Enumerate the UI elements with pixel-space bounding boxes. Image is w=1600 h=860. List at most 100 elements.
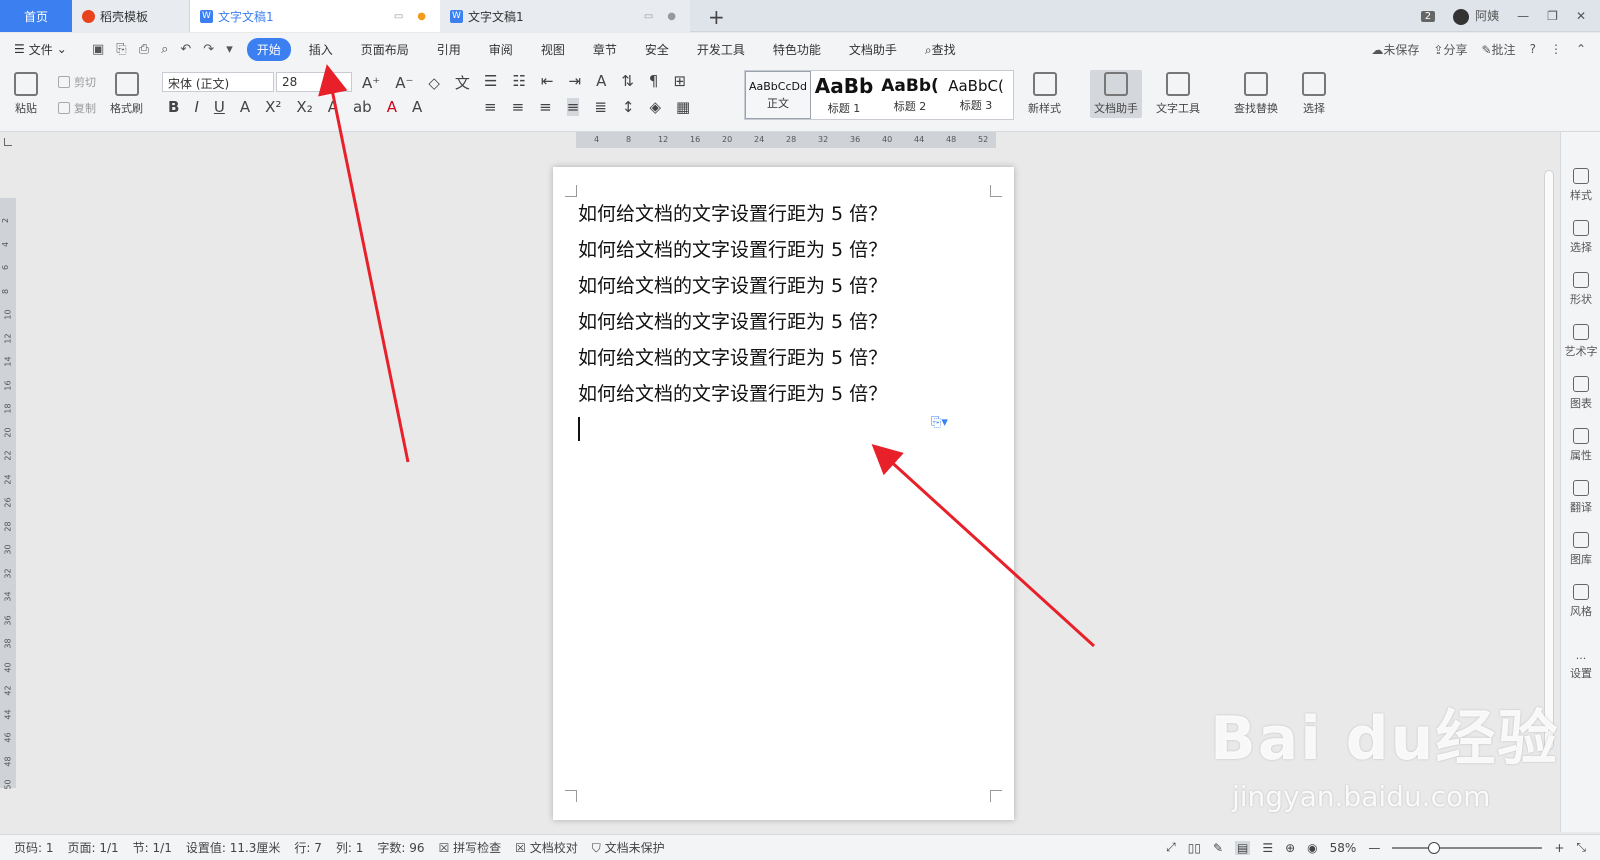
- spell-check-button[interactable]: ☒ 拼写检查: [439, 839, 502, 856]
- paragraph[interactable]: 如何给文档的文字设置行距为 5 倍？: [578, 379, 887, 415]
- align-left-icon[interactable]: ≡: [484, 98, 497, 116]
- char-shading-icon[interactable]: A: [412, 98, 422, 116]
- file-menu[interactable]: ☰ 文件 ⌄: [14, 41, 84, 58]
- style-heading-3[interactable]: AaBbC(标题 3: [943, 71, 1009, 119]
- chinese-layout-icon[interactable]: A: [596, 72, 606, 90]
- protect-button[interactable]: ⛉ 文档未保护: [592, 839, 665, 856]
- font-color-icon[interactable]: A: [387, 98, 397, 116]
- tab-home[interactable]: 首页: [0, 0, 72, 32]
- format-painter-button[interactable]: 格式刷: [110, 72, 143, 116]
- copy-button[interactable]: 复制: [58, 100, 96, 116]
- borders-icon[interactable]: ▦: [676, 98, 690, 116]
- tab-review[interactable]: 审阅: [479, 38, 523, 61]
- share-button[interactable]: ⇪分享: [1433, 41, 1467, 58]
- user-account[interactable]: 阿姨: [1453, 7, 1499, 25]
- numbered-list-icon[interactable]: ☷: [512, 72, 525, 90]
- status-row[interactable]: 行: 7: [294, 839, 322, 856]
- more-icon[interactable]: ⋮: [1550, 42, 1562, 56]
- style-heading-1[interactable]: AaBb 标题 1: [811, 71, 877, 119]
- help-icon[interactable]: ?: [1530, 42, 1536, 56]
- monitor-icon[interactable]: ▭: [644, 11, 653, 22]
- undo-icon[interactable]: ↶: [180, 42, 191, 57]
- fullscreen-icon[interactable]: ⤢: [1166, 840, 1176, 855]
- unsaved-button[interactable]: ☁未保存: [1371, 41, 1419, 58]
- table-icon[interactable]: ⊞: [673, 72, 686, 90]
- collapse-ribbon-icon[interactable]: ⌃: [1576, 42, 1586, 56]
- sidebar-item-translate[interactable]: 翻译: [1561, 480, 1600, 515]
- print-preview-icon[interactable]: ⌕: [161, 42, 168, 57]
- shrink-font-icon[interactable]: A⁻: [395, 74, 413, 92]
- zoom-level[interactable]: 58%: [1330, 841, 1357, 855]
- window-count-badge[interactable]: 2: [1420, 10, 1436, 22]
- tab-stop-icon[interactable]: [4, 138, 12, 146]
- sidebar-item-theme[interactable]: 风格: [1561, 584, 1600, 619]
- font-size-select[interactable]: 28: [276, 72, 352, 92]
- restore-icon[interactable]: ❐: [1547, 9, 1558, 23]
- sidebar-item-shape[interactable]: 形状: [1561, 272, 1600, 307]
- underline-icon[interactable]: U: [214, 98, 225, 116]
- status-page-no[interactable]: 页码: 1: [14, 839, 54, 856]
- web-view-icon[interactable]: ⊕: [1285, 841, 1295, 855]
- style-normal[interactable]: AaBbCcDd 正文: [745, 71, 811, 119]
- paragraph[interactable]: 如何给文档的文字设置行距为 5 倍？: [578, 343, 887, 379]
- fit-page-icon[interactable]: ⤡: [1576, 840, 1586, 855]
- italic-icon[interactable]: I: [194, 98, 198, 116]
- sidebar-item-properties[interactable]: 属性: [1561, 428, 1600, 463]
- tab-start[interactable]: 开始: [246, 37, 291, 61]
- paste-options-icon[interactable]: ⎘▾: [931, 415, 948, 430]
- superscript-icon[interactable]: X²: [265, 98, 281, 116]
- reading-mode-icon[interactable]: ▯▯: [1188, 841, 1201, 855]
- justify-icon[interactable]: ≡: [566, 98, 580, 116]
- subscript-icon[interactable]: X₂: [296, 98, 312, 116]
- decrease-indent-icon[interactable]: ⇤: [541, 72, 554, 90]
- sidebar-item-gallery[interactable]: 图库: [1561, 532, 1600, 567]
- print-icon[interactable]: ⎙: [139, 42, 149, 57]
- text-effect-icon[interactable]: A: [328, 98, 338, 116]
- find-replace-button[interactable]: 查找替换: [1234, 72, 1278, 116]
- text-tools-button[interactable]: 文字工具: [1156, 72, 1200, 116]
- save-icon[interactable]: ▣: [92, 42, 104, 57]
- paragraph[interactable]: 如何给文档的文字设置行距为 5 倍？: [578, 271, 887, 307]
- tab-template[interactable]: 稻壳模板: [72, 0, 190, 32]
- tab-page-layout[interactable]: 页面布局: [351, 38, 419, 61]
- sidebar-item-style[interactable]: 样式: [1561, 168, 1600, 203]
- eye-protect-icon[interactable]: ◉: [1307, 841, 1317, 855]
- page-view-icon[interactable]: ▤: [1235, 840, 1251, 855]
- increase-indent-icon[interactable]: ⇥: [568, 72, 581, 90]
- sidebar-item-chart[interactable]: 图表: [1561, 376, 1600, 411]
- zoom-out-icon[interactable]: —: [1368, 841, 1380, 855]
- tab-developer[interactable]: 开发工具: [687, 38, 755, 61]
- shading-icon[interactable]: ◈: [649, 98, 661, 116]
- monitor-icon[interactable]: ▭: [394, 11, 403, 22]
- document-page[interactable]: 如何给文档的文字设置行距为 5 倍？ 如何给文档的文字设置行距为 5 倍？ 如何…: [553, 167, 1014, 820]
- customize-icon[interactable]: ▾: [226, 42, 233, 57]
- zoom-slider-knob[interactable]: [1428, 841, 1441, 854]
- phonetic-icon[interactable]: 文: [455, 72, 470, 93]
- vertical-scrollbar[interactable]: [1544, 170, 1554, 750]
- strikethrough-icon[interactable]: A: [240, 98, 250, 116]
- tab-features[interactable]: 特色功能: [763, 38, 831, 61]
- status-position[interactable]: 设置值: 11.3厘米: [186, 839, 281, 856]
- sidebar-item-select[interactable]: 选择: [1561, 220, 1600, 255]
- tab-doc-2[interactable]: W 文字文稿1 ▭ ●: [440, 0, 690, 32]
- paragraph[interactable]: 如何给文档的文字设置行距为 5 倍？: [578, 307, 887, 343]
- show-marks-icon[interactable]: ¶: [649, 72, 659, 90]
- tab-security[interactable]: 安全: [635, 38, 679, 61]
- close-icon[interactable]: ✕: [1576, 9, 1586, 23]
- tab-doc-assistant[interactable]: 文档助手: [839, 38, 907, 61]
- bullet-list-icon[interactable]: ☰: [484, 72, 497, 90]
- status-col[interactable]: 列: 1: [336, 839, 364, 856]
- minimize-icon[interactable]: —: [1517, 9, 1529, 23]
- align-right-icon[interactable]: ≡: [539, 98, 552, 116]
- grow-font-icon[interactable]: A⁺: [362, 74, 380, 92]
- style-heading-2[interactable]: AaBb(标题 2: [877, 71, 943, 119]
- tab-insert[interactable]: 插入: [299, 38, 343, 61]
- tab-references[interactable]: 引用: [427, 38, 471, 61]
- edit-mode-icon[interactable]: ✎: [1213, 841, 1223, 855]
- document-body[interactable]: 如何给文档的文字设置行距为 5 倍？ 如何给文档的文字设置行距为 5 倍？ 如何…: [578, 199, 887, 415]
- paragraph[interactable]: 如何给文档的文字设置行距为 5 倍？: [578, 199, 887, 235]
- bold-icon[interactable]: B: [168, 98, 179, 116]
- highlight-icon[interactable]: ab: [353, 98, 372, 116]
- sidebar-item-wordart[interactable]: 艺术字: [1561, 324, 1600, 359]
- zoom-slider[interactable]: [1392, 841, 1543, 854]
